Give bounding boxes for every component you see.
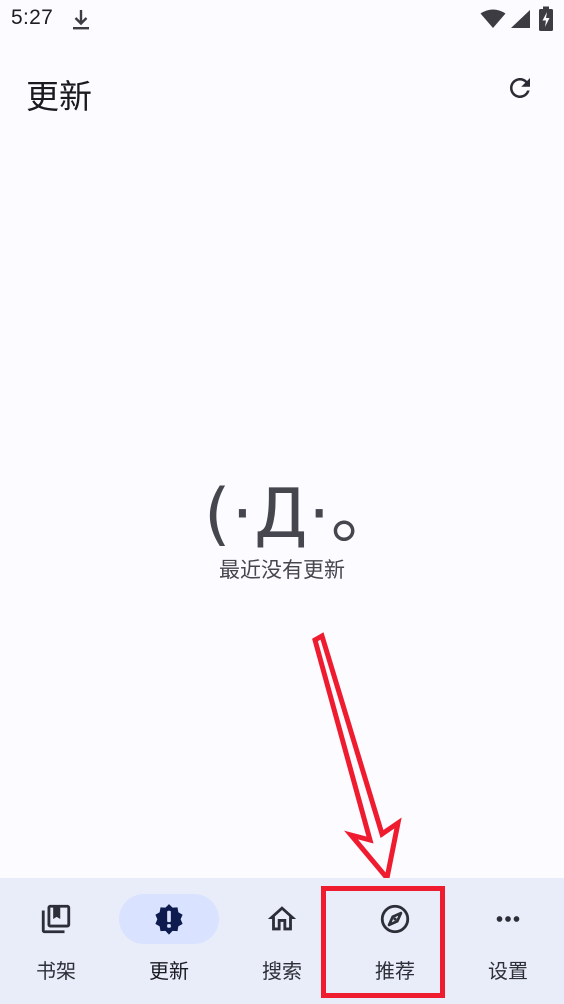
nav-icon-container bbox=[232, 894, 332, 944]
refresh-button[interactable] bbox=[498, 66, 542, 110]
bottom-navigation: 书架 更新 搜索 推荐 设置 bbox=[0, 878, 564, 1004]
page-title: 更新 bbox=[26, 77, 92, 116]
annotation-arrow bbox=[312, 632, 402, 884]
bookshelf-icon bbox=[41, 904, 71, 934]
nav-label-updates: 更新 bbox=[149, 959, 189, 983]
updates-alert-icon bbox=[155, 904, 183, 935]
battery-icon bbox=[539, 6, 553, 31]
more-horizontal-icon bbox=[496, 916, 520, 922]
nav-icon-container bbox=[6, 894, 106, 944]
nav-label-bookshelf: 书架 bbox=[36, 959, 76, 983]
status-bar: 5:27 bbox=[0, 0, 564, 40]
nav-item-bookshelf[interactable]: 书架 bbox=[0, 878, 112, 1004]
annotation-highlight-box bbox=[321, 886, 445, 998]
nav-item-settings[interactable]: 设置 bbox=[452, 878, 564, 1004]
nav-item-updates[interactable]: 更新 bbox=[113, 878, 225, 1004]
nav-label-settings: 设置 bbox=[488, 959, 528, 983]
signal-icon bbox=[511, 10, 530, 28]
active-indicator bbox=[119, 894, 219, 944]
refresh-icon bbox=[510, 78, 530, 98]
home-icon bbox=[267, 906, 297, 931]
wifi-icon bbox=[480, 9, 506, 28]
status-time: 5:27 bbox=[11, 6, 54, 29]
empty-state-message: 最近没有更新 bbox=[219, 558, 345, 582]
nav-icon-container bbox=[458, 894, 558, 944]
download-icon bbox=[73, 10, 89, 30]
empty-state-face: (·Д·。 bbox=[204, 475, 400, 554]
